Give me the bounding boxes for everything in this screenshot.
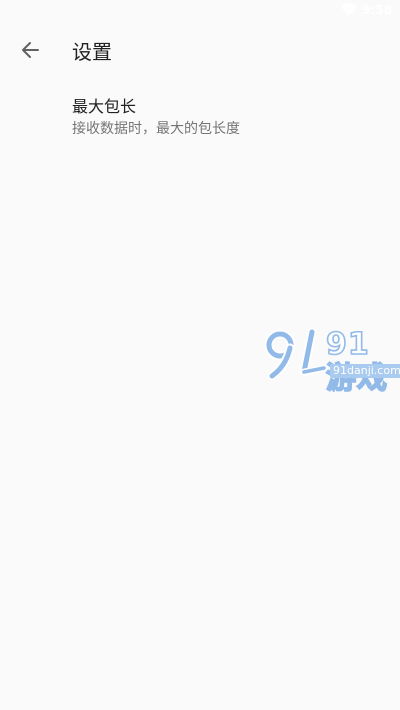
wifi-icon [340,3,358,17]
watermark-site: 91danji.com [330,364,400,378]
status-icons: 9:58 [340,2,392,18]
toolbar: 设置 [0,24,400,80]
status-bar: 9:58 [0,0,400,24]
preference-summary: 接收数据时，最大的包长度 [72,121,240,137]
arrow-back-icon [20,40,40,64]
watermark-91-glyph-icon [264,327,328,381]
back-button[interactable] [12,34,48,70]
status-time: 9:58 [362,3,392,17]
watermark-logo-text: 91游戏 [325,327,388,397]
watermark-logo: 91游戏 91danji.com [262,326,400,396]
page-title: 设置 [72,40,112,64]
preference-max-packet-length[interactable]: 最大包长 接收数据时，最大的包长度 [0,90,400,150]
preference-title: 最大包长 [72,97,137,116]
